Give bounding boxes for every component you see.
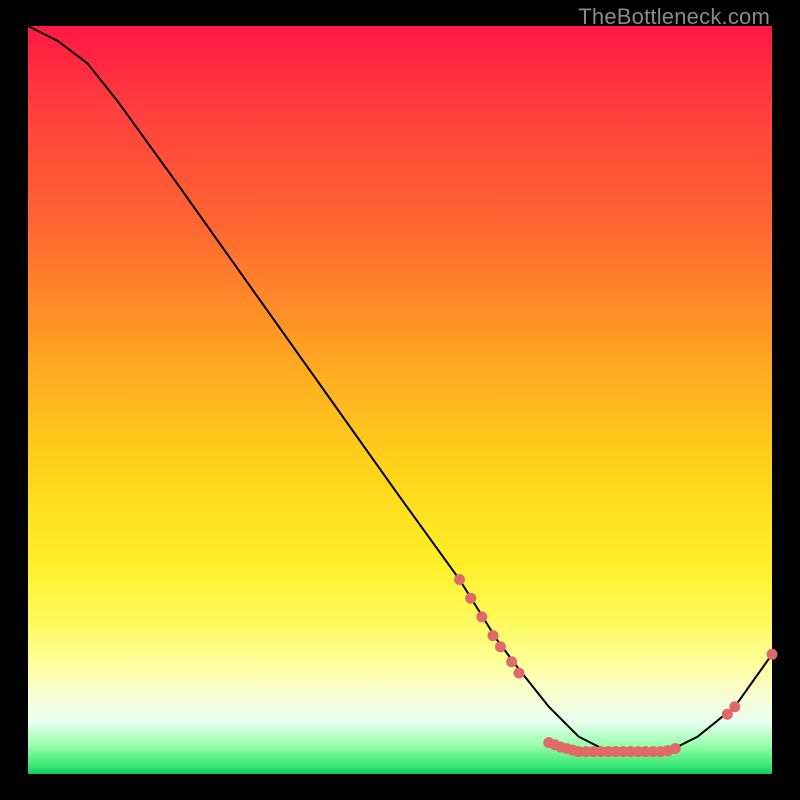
data-point — [495, 641, 506, 652]
data-point — [465, 593, 476, 604]
watermark-text: TheBottleneck.com — [578, 4, 770, 30]
data-point — [767, 649, 778, 660]
data-point — [476, 611, 487, 622]
marker-group — [454, 574, 778, 757]
chart-frame: TheBottleneck.com — [0, 0, 800, 800]
data-point — [729, 701, 740, 712]
curve-layer — [28, 26, 772, 774]
data-point — [488, 630, 499, 641]
data-point — [506, 656, 517, 667]
data-point — [670, 743, 681, 754]
data-point — [454, 574, 465, 585]
data-point — [514, 668, 525, 679]
bottleneck-curve — [28, 26, 772, 752]
